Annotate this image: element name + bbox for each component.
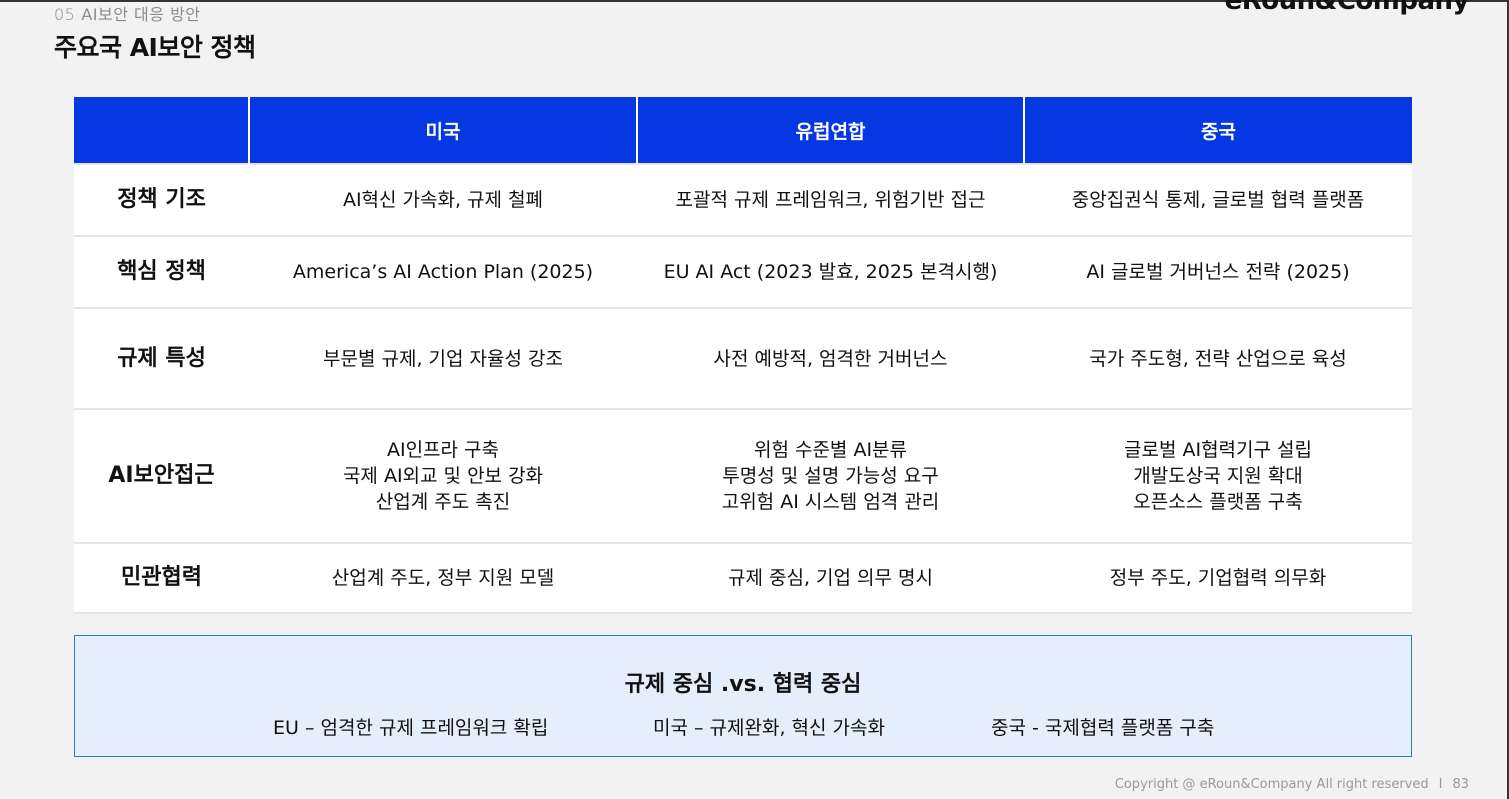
cell-line: 산업계 주도 촉진 bbox=[375, 491, 511, 513]
cell-line: 투명성 및 설명 가능성 요구 bbox=[722, 465, 939, 487]
table-cell: 위험 수준별 AI분류 투명성 및 설명 가능성 요구 고위험 AI 시스템 엄… bbox=[637, 408, 1024, 543]
summary-title: 규제 중심 .vs. 협력 중심 bbox=[624, 672, 862, 697]
header-cell-china: 중국 bbox=[1023, 97, 1412, 164]
table-cell: 산업계 주도, 정부 지원 모델 bbox=[249, 542, 637, 614]
section-name: AI보안 대응 방안 bbox=[81, 5, 201, 24]
table-cell: 사전 예방적, 엄격한 거버넌스 bbox=[637, 307, 1024, 409]
table-row: 핵심 정책 America’s AI Action Plan (2025) EU… bbox=[74, 235, 1412, 308]
row-label: 정책 기조 bbox=[74, 163, 249, 236]
cell-line: 고위험 AI 시스템 엄격 관리 bbox=[721, 491, 940, 513]
cell-line: 위험 수준별 AI분류 bbox=[753, 439, 908, 461]
table-cell: 글로벌 AI협력기구 설립 개발도상국 지원 확대 오픈소스 플랫폼 구축 bbox=[1024, 408, 1412, 543]
row-label: 핵심 정책 bbox=[74, 235, 249, 308]
table-cell: America’s AI Action Plan (2025) bbox=[249, 235, 637, 308]
footer-separator: I bbox=[1438, 777, 1443, 792]
table-cell: 중앙집권식 통제, 글로벌 협력 플랫폼 bbox=[1024, 163, 1412, 236]
table-row: AI보안접근 AI인프라 구축 국제 AI외교 및 안보 강화 산업계 주도 촉… bbox=[74, 408, 1412, 543]
summary-item-eu: EU – 엄격한 규제 프레임워크 확립 bbox=[273, 717, 549, 739]
cell-line: 오픈소스 플랫폼 구축 bbox=[1133, 491, 1303, 513]
summary-box: 규제 중심 .vs. 협력 중심 EU – 엄격한 규제 프레임워크 확립 미국… bbox=[74, 635, 1412, 757]
row-label: AI보안접근 bbox=[74, 408, 249, 543]
header-cell-usa: 미국 bbox=[248, 97, 637, 164]
header-cell-empty bbox=[74, 97, 249, 164]
table-cell: AI 글로벌 거버넌스 전략 (2025) bbox=[1024, 235, 1412, 308]
cell-line: AI인프라 구축 bbox=[386, 439, 500, 461]
footer: Copyright @ eRoun&Company All right rese… bbox=[1115, 777, 1469, 792]
page-number: 83 bbox=[1452, 777, 1469, 792]
table-cell: 규제 중심, 기업 의무 명시 bbox=[637, 542, 1024, 614]
page-title: 주요국 AI보안 정책 bbox=[54, 33, 256, 62]
table-cell: AI혁신 가속화, 규제 철폐 bbox=[249, 163, 637, 236]
table-header-row: 미국 유럽연합 중국 bbox=[74, 97, 1412, 164]
summary-item-usa: 미국 – 규제완화, 혁신 가속화 bbox=[653, 717, 885, 739]
cell-line: 글로벌 AI협력기구 설립 bbox=[1123, 439, 1312, 461]
brand-logo: eRoun&Company bbox=[1224, 0, 1470, 16]
section-number: 05 bbox=[54, 5, 76, 24]
row-label: 규제 특성 bbox=[74, 307, 249, 409]
section-label: 05 AI보안 대응 방안 bbox=[54, 1, 201, 25]
cell-line: 개발도상국 지원 확대 bbox=[1133, 465, 1303, 487]
copyright-text: Copyright @ eRoun&Company All right rese… bbox=[1114, 777, 1429, 792]
cell-line: 국제 AI외교 및 안보 강화 bbox=[342, 465, 544, 487]
table-cell: 포괄적 규제 프레임워크, 위험기반 접근 bbox=[637, 163, 1024, 236]
table-row: 규제 특성 부문별 규제, 기업 자율성 강조 사전 예방적, 엄격한 거버넌스… bbox=[74, 307, 1412, 409]
table-cell: EU AI Act (2023 발효, 2025 본격시행) bbox=[637, 235, 1024, 308]
row-label: 민관협력 bbox=[74, 542, 249, 614]
policy-table: 미국 유럽연합 중국 정책 기조 AI혁신 가속화, 규제 철폐 포괄적 규제 … bbox=[74, 97, 1412, 614]
header-cell-eu: 유럽연합 bbox=[636, 97, 1024, 164]
table-cell: 부문별 규제, 기업 자율성 강조 bbox=[249, 307, 637, 409]
table-row: 정책 기조 AI혁신 가속화, 규제 철폐 포괄적 규제 프레임워크, 위험기반… bbox=[74, 163, 1412, 236]
table-cell: 국가 주도형, 전략 산업으로 육성 bbox=[1024, 307, 1412, 409]
table-cell: AI인프라 구축 국제 AI외교 및 안보 강화 산업계 주도 촉진 bbox=[249, 408, 637, 543]
summary-item-china: 중국 - 국제협력 플랫폼 구축 bbox=[991, 717, 1215, 739]
table-row: 민관협력 산업계 주도, 정부 지원 모델 규제 중심, 기업 의무 명시 정부… bbox=[74, 542, 1412, 614]
table-cell: 정부 주도, 기업협력 의무화 bbox=[1024, 542, 1412, 614]
